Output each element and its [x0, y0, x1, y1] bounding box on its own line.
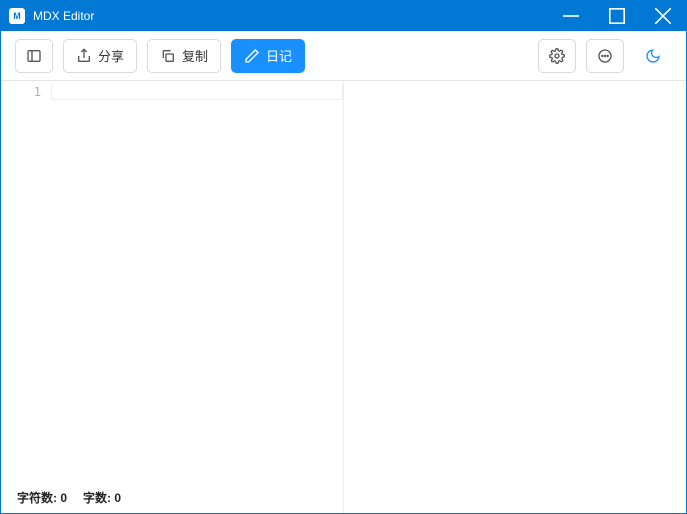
preview-pane — [344, 81, 686, 513]
ellipsis-icon — [597, 48, 613, 64]
sidebar-icon — [26, 48, 42, 64]
more-button[interactable] — [586, 39, 624, 73]
maximize-button[interactable] — [594, 1, 640, 31]
maximize-icon — [609, 8, 625, 24]
copy-icon — [160, 48, 176, 64]
copy-label: 复制 — [182, 46, 208, 65]
minimize-icon — [563, 8, 579, 24]
editor-pane: 1 字符数: 0 字数: 0 — [1, 81, 344, 513]
theme-toggle-button[interactable] — [634, 39, 672, 73]
share-label: 分享 — [98, 46, 124, 65]
sidebar-toggle-button[interactable] — [15, 39, 53, 73]
content-area: 1 字符数: 0 字数: 0 — [1, 81, 686, 513]
code-editor[interactable] — [51, 84, 343, 100]
char-count-label: 字符数: — [17, 491, 57, 505]
close-button[interactable] — [640, 1, 686, 31]
word-count-value: 0 — [114, 491, 121, 505]
settings-button[interactable] — [538, 39, 576, 73]
word-count: 字数: 0 — [83, 489, 121, 506]
share-button[interactable]: 分享 — [63, 39, 137, 73]
diary-button[interactable]: 日记 — [231, 39, 305, 73]
line-gutter: 1 — [1, 81, 51, 481]
statusbar: 字符数: 0 字数: 0 — [1, 481, 343, 513]
app-window: M MDX Editor 分享 — [0, 0, 687, 514]
app-icon: M — [9, 8, 25, 24]
close-icon — [655, 8, 671, 24]
moon-icon — [645, 48, 661, 64]
char-count: 字符数: 0 — [17, 489, 67, 506]
share-icon — [76, 48, 92, 64]
titlebar: M MDX Editor — [1, 1, 686, 31]
editor-body: 1 — [1, 81, 343, 481]
gear-icon — [549, 48, 565, 64]
pencil-icon — [244, 48, 260, 64]
line-number: 1 — [1, 85, 41, 99]
word-count-label: 字数: — [83, 491, 111, 505]
diary-label: 日记 — [266, 46, 292, 65]
char-count-value: 0 — [60, 491, 67, 505]
minimize-button[interactable] — [548, 1, 594, 31]
window-title: MDX Editor — [33, 9, 94, 23]
copy-button[interactable]: 复制 — [147, 39, 221, 73]
toolbar: 分享 复制 日记 — [1, 31, 686, 81]
